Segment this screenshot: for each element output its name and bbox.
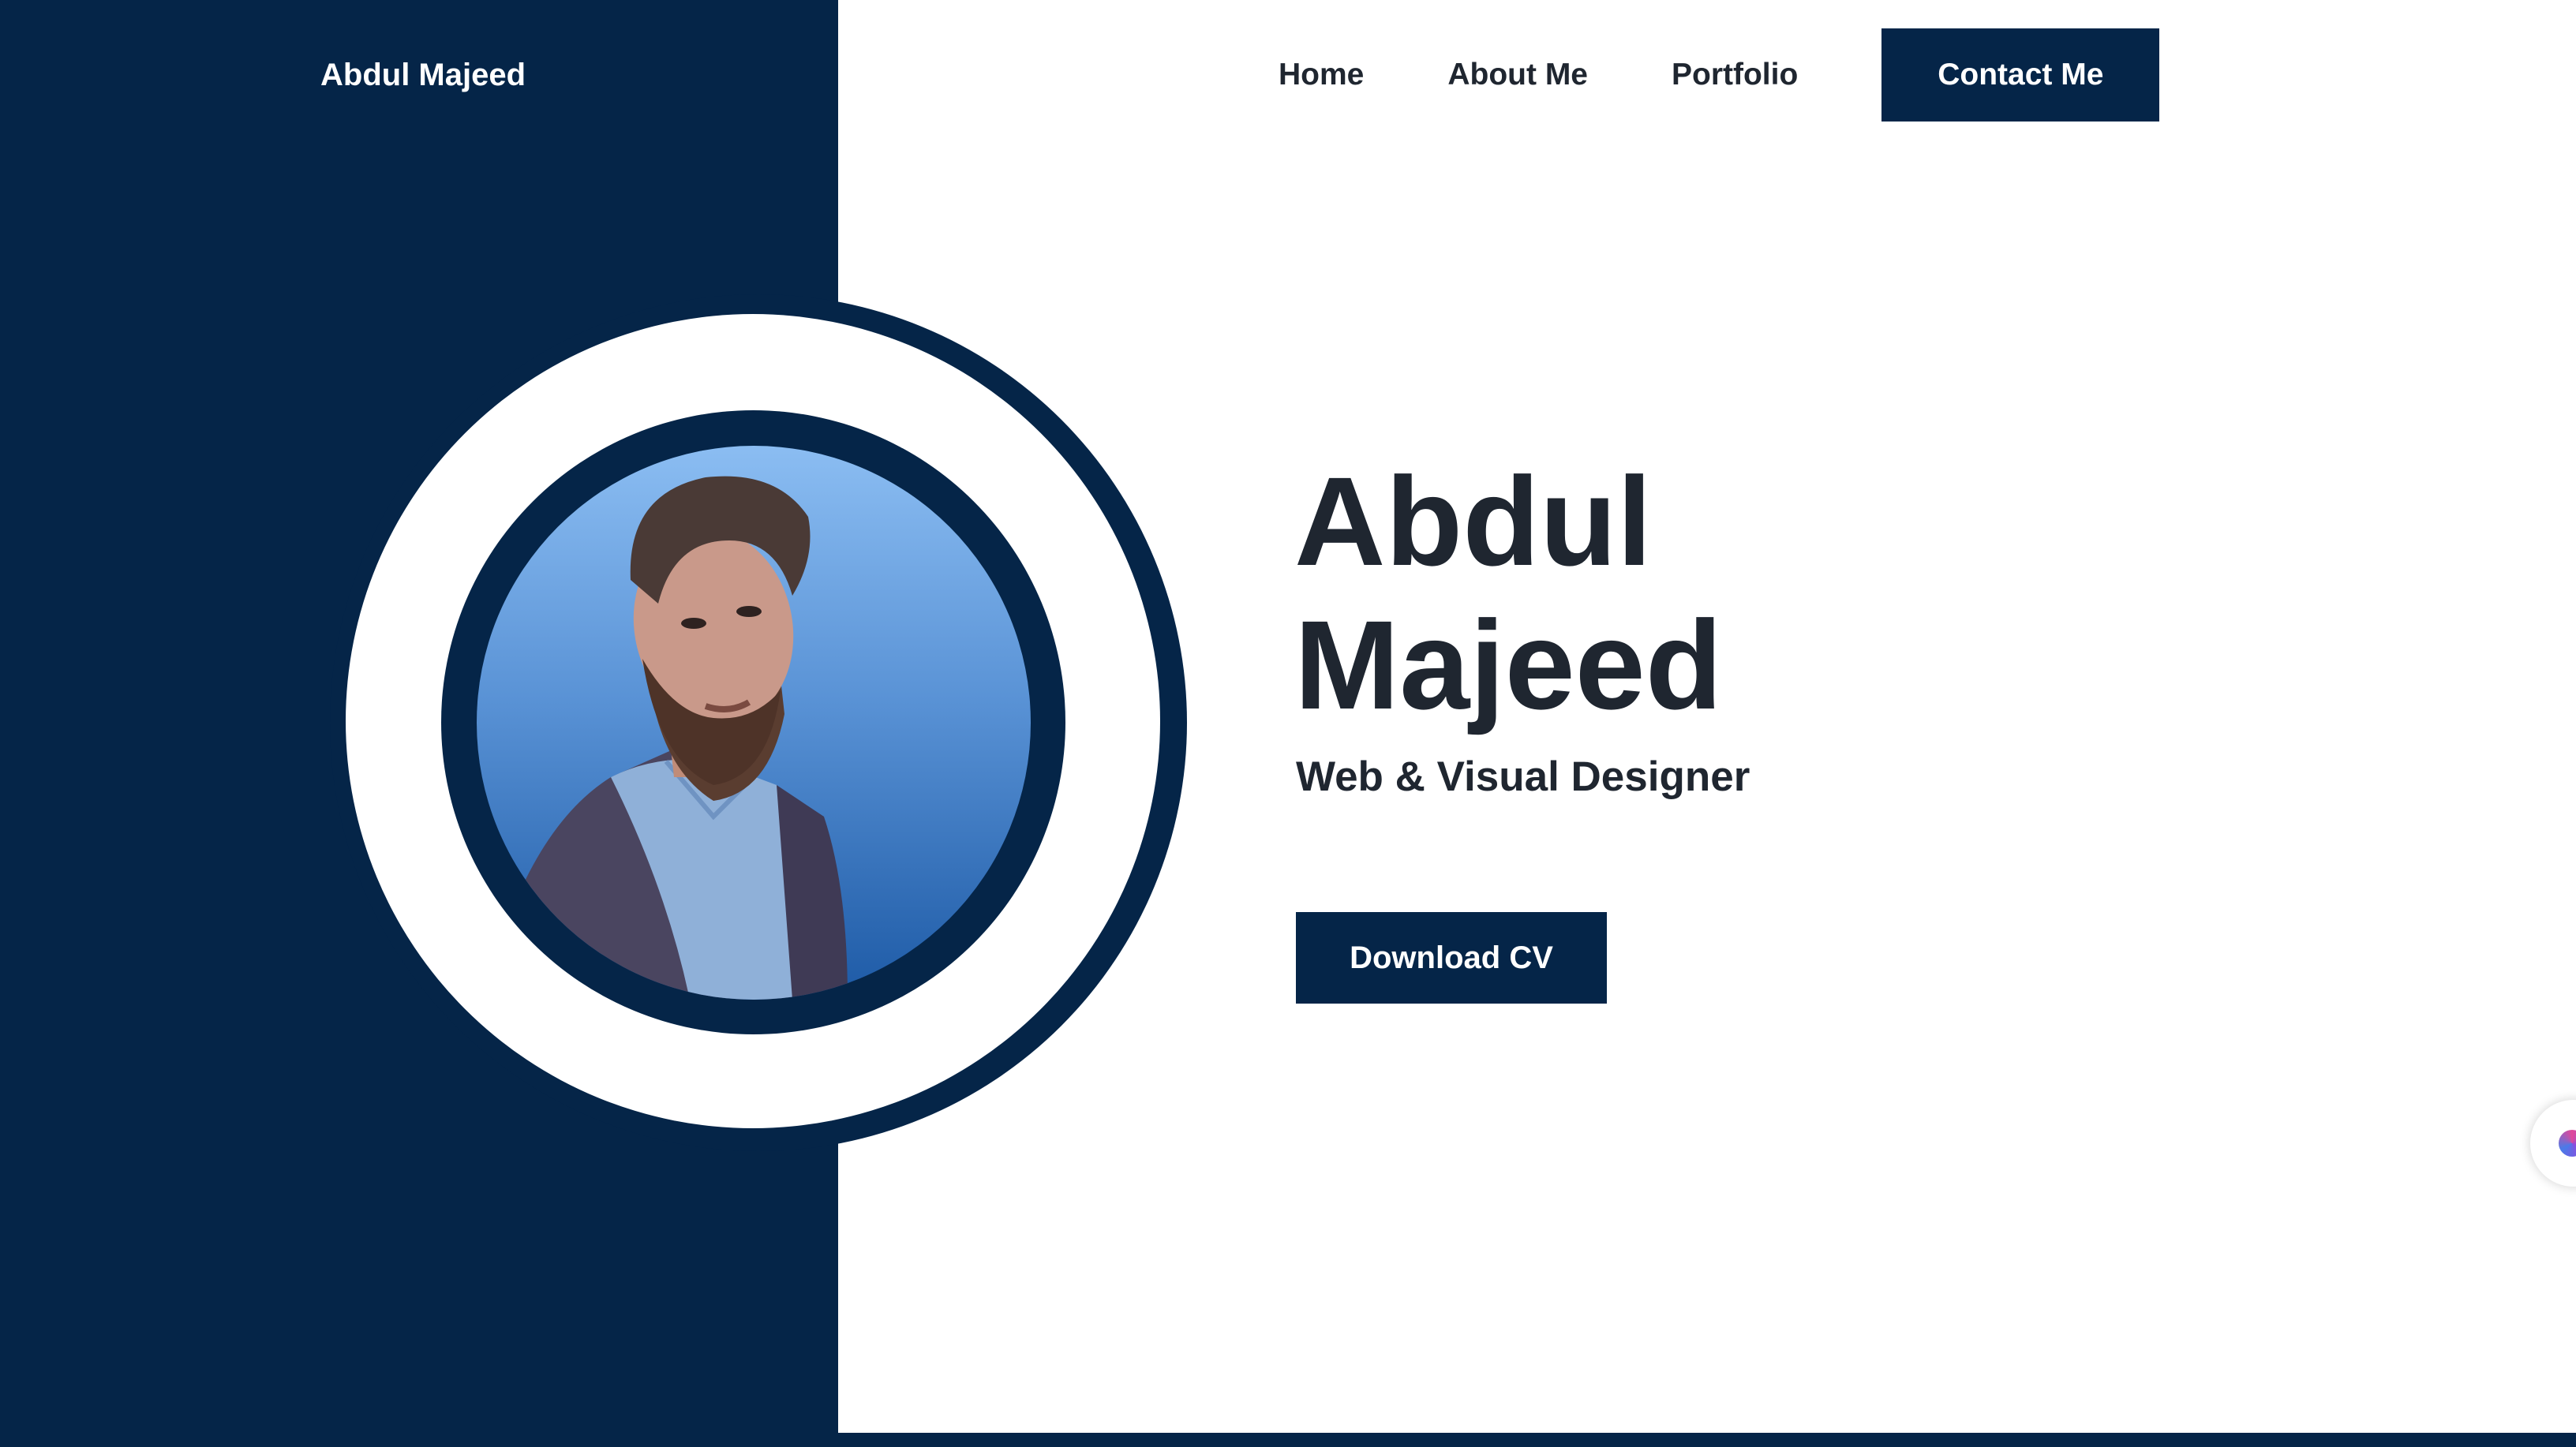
main-nav: Home About Me Portfolio Contact Me: [1279, 28, 2160, 122]
portrait-illustration: [492, 476, 848, 1000]
hero-role: Web & Visual Designer: [1296, 753, 1750, 800]
nav-portfolio-link[interactable]: Portfolio: [1672, 58, 1798, 92]
contact-button[interactable]: Contact Me: [1881, 28, 2160, 122]
profile-photo: [477, 446, 1031, 1000]
download-cv-button[interactable]: Download CV: [1296, 912, 1607, 1004]
nav-about-link[interactable]: About Me: [1447, 58, 1588, 92]
hero-last-name: Majeed: [1294, 594, 1723, 735]
brand-logo-text[interactable]: Abdul Majeed: [320, 54, 526, 96]
assistant-logo-icon: [2559, 1130, 2576, 1157]
hero-name: Abdul Majeed: [1294, 450, 1722, 737]
page: Abdul Majeed Home About Me Portfolio Con…: [0, 0, 2576, 1447]
bottom-border: [0, 1433, 2576, 1447]
hero-first-name: Abdul: [1294, 451, 1653, 592]
assistant-icon[interactable]: [2530, 1100, 2576, 1187]
nav-home-link[interactable]: Home: [1279, 58, 1364, 92]
